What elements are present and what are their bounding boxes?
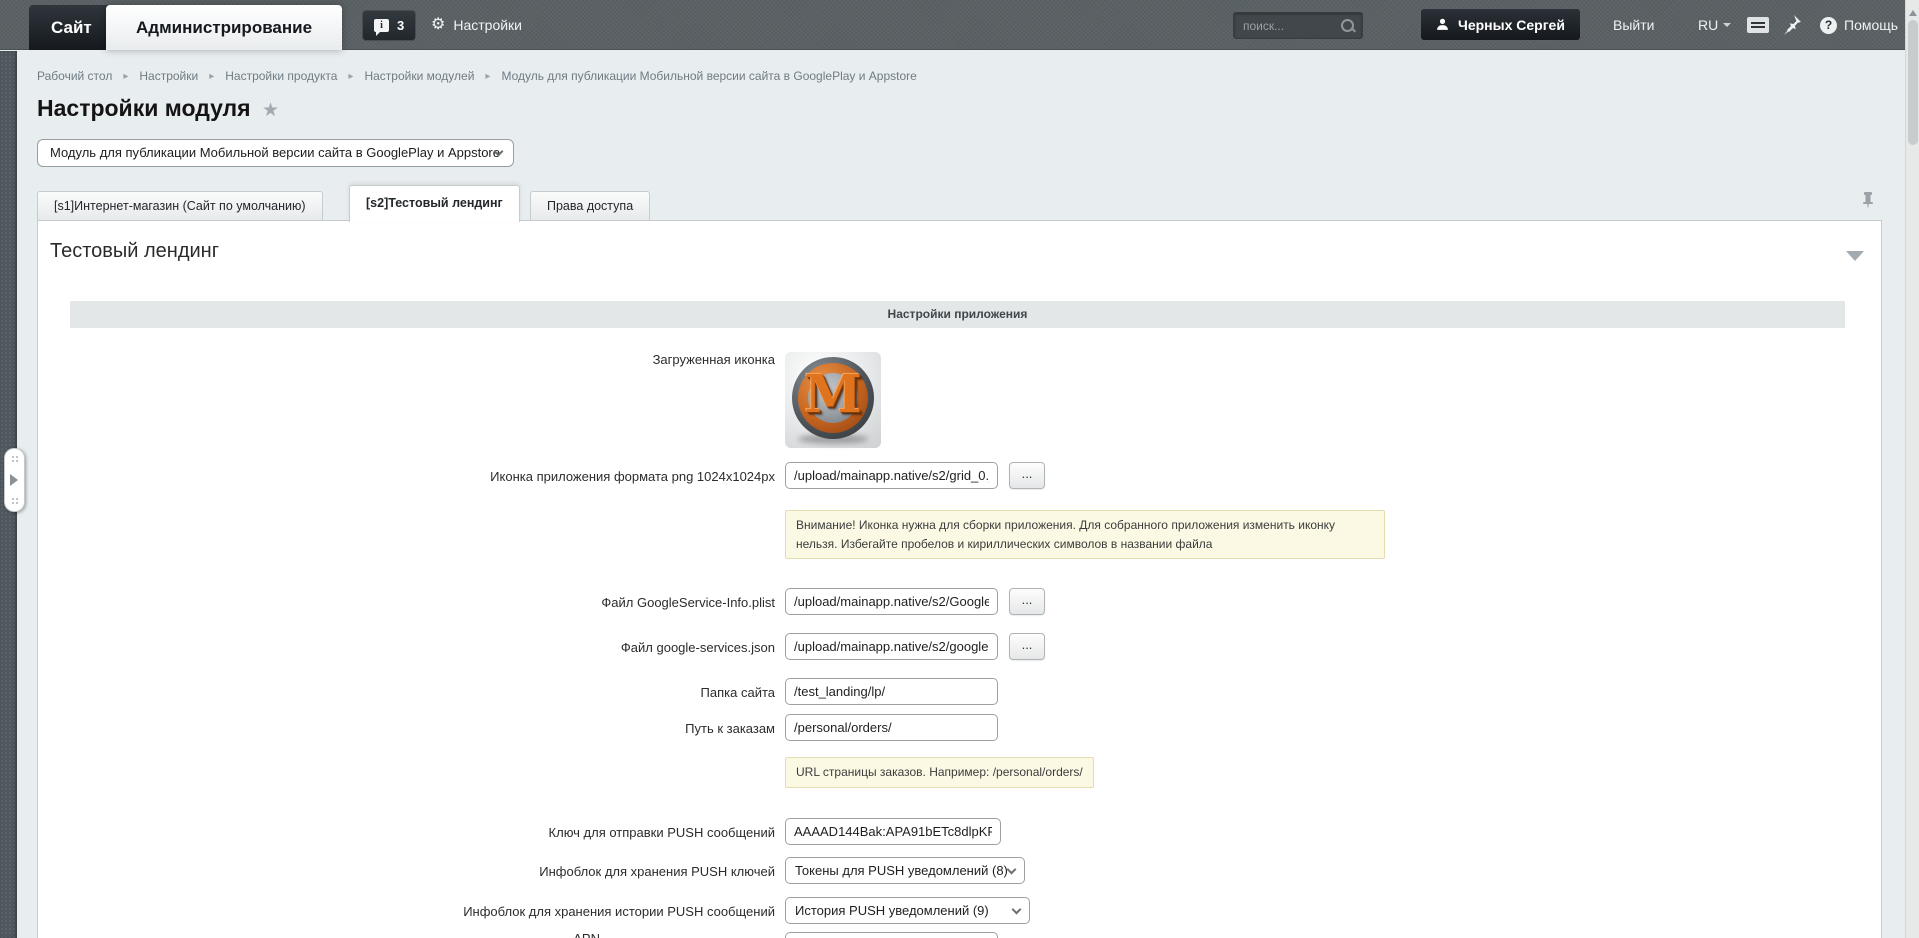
breadcrumb-item-current-module[interactable]: Модуль для публикации Мобильной версии с… xyxy=(501,69,916,83)
orders-path-label: Путь к заказам xyxy=(175,721,775,736)
app-icon-path-label: Иконка приложения формата png 1024x1024p… xyxy=(175,469,775,484)
expand-arrow-icon xyxy=(10,474,24,486)
app-icon-preview: M xyxy=(785,352,881,448)
breadcrumb-separator-icon xyxy=(485,71,490,82)
admin-tab[interactable]: Администрирование xyxy=(106,5,342,50)
expand-menu-handle[interactable] xyxy=(4,448,25,512)
site-tab[interactable]: Сайт xyxy=(29,5,114,50)
settings-label: Настройки xyxy=(453,17,522,33)
notifications-button[interactable]: i 3 xyxy=(362,10,416,41)
chevron-down-icon xyxy=(1012,905,1022,915)
chevron-down-icon xyxy=(1007,865,1017,875)
logout-link[interactable]: Выйти xyxy=(1613,0,1654,50)
push-tokens-select[interactable]: Токены для PUSH уведомлений (8) xyxy=(785,857,1025,884)
next-row-partial-input[interactable] xyxy=(785,932,998,938)
collapse-chevron-icon[interactable] xyxy=(1846,251,1864,270)
push-tokens-selected-value: Токены для PUSH уведомлений (8) xyxy=(795,863,1008,878)
pin-icon[interactable] xyxy=(1782,14,1802,36)
push-history-select[interactable]: История PUSH уведомлений (9) xyxy=(785,897,1030,924)
help-link[interactable]: Помощь xyxy=(1844,0,1898,50)
breadcrumb-separator-icon xyxy=(348,71,353,82)
push-history-selected-value: История PUSH уведомлений (9) xyxy=(795,903,989,918)
site-folder-label: Папка сайта xyxy=(175,685,775,700)
panel-heading: Тестовый лендинг xyxy=(50,240,219,263)
icon-badge: M xyxy=(792,357,874,439)
grip-dots-icon xyxy=(11,497,19,505)
module-select-value: Модуль для публикации Мобильной версии с… xyxy=(50,145,500,160)
pin-form-icon[interactable] xyxy=(1861,191,1875,209)
scrollbar-thumb[interactable] xyxy=(1908,20,1918,145)
notifications-count: 3 xyxy=(397,18,404,33)
keyboard-icon[interactable] xyxy=(1747,17,1769,33)
help-icon[interactable]: ? xyxy=(1820,17,1837,34)
tab-site-s1[interactable]: [s1]Интернет-магазин (Сайт по умолчанию) xyxy=(37,191,323,220)
uploaded-icon-label: Загруженная иконка xyxy=(175,352,775,367)
module-select[interactable]: Модуль для публикации Мобильной версии с… xyxy=(37,139,514,167)
search-input[interactable] xyxy=(1234,19,1340,33)
favorite-star-icon[interactable] xyxy=(262,99,279,122)
site-folder-input[interactable] xyxy=(785,678,998,705)
settings-button[interactable]: Настройки xyxy=(431,0,522,50)
page-title: Настройки модуля xyxy=(37,95,251,122)
orders-path-input[interactable] xyxy=(785,714,998,741)
push-key-input[interactable] xyxy=(785,818,1001,845)
push-history-label: Инфоблок для хранения истории PUSH сообщ… xyxy=(175,904,775,919)
breadcrumb-item-module-settings[interactable]: Настройки модулей xyxy=(364,69,474,83)
topbar: Сайт Администрирование i 3 Настройки Чер… xyxy=(0,0,1919,50)
language-switcher[interactable]: RU xyxy=(1698,0,1731,50)
push-tokens-label: Инфоблок для хранения PUSH ключей xyxy=(175,864,775,879)
app-icon-path-input[interactable] xyxy=(785,462,998,489)
chevron-down-icon xyxy=(1723,23,1731,31)
info-bubble-icon: i xyxy=(374,19,389,32)
user-menu-button[interactable]: Черных Сергей xyxy=(1420,8,1581,41)
search-box xyxy=(1233,12,1363,39)
browse-plist-button[interactable]: ... xyxy=(1009,588,1045,615)
user-icon xyxy=(1436,18,1449,31)
breadcrumb-item-product-settings[interactable]: Настройки продукта xyxy=(225,69,337,83)
icon-warning-note: Внимание! Иконка нужна для сборки прилож… xyxy=(785,510,1385,559)
gear-icon xyxy=(431,17,445,33)
browse-json-button[interactable]: ... xyxy=(1009,633,1045,660)
gservices-json-input[interactable] xyxy=(785,633,998,660)
section-header: Настройки приложения xyxy=(70,301,1845,328)
browse-app-icon-button[interactable]: ... xyxy=(1009,462,1045,489)
vertical-scrollbar[interactable] xyxy=(1905,0,1919,938)
tab-site-s2-active[interactable]: [s2]Тестовый лендинг xyxy=(349,185,520,222)
search-icon[interactable] xyxy=(1340,18,1356,34)
user-name: Черных Сергей xyxy=(1458,17,1565,33)
breadcrumb-item-settings[interactable]: Настройки xyxy=(139,69,198,83)
language-code: RU xyxy=(1698,17,1718,33)
push-key-label: Ключ для отправки PUSH сообщений xyxy=(175,825,775,840)
icon-letter: M xyxy=(792,364,874,425)
gservices-json-label: Файл google-services.json xyxy=(175,640,775,655)
scroll-up-arrow-icon[interactable] xyxy=(1909,6,1917,16)
breadcrumb-item-desktop[interactable]: Рабочий стол xyxy=(37,69,112,83)
plist-input[interactable] xyxy=(785,588,998,615)
plist-label: Файл GoogleService-Info.plist xyxy=(175,595,775,610)
breadcrumb-separator-icon xyxy=(209,71,214,82)
next-row-partial-label: APN xyxy=(500,931,600,938)
breadcrumb: Рабочий стол Настройки Настройки продукт… xyxy=(37,69,917,83)
orders-path-note: URL страницы заказов. Например: /persona… xyxy=(785,757,1094,788)
breadcrumb-separator-icon xyxy=(123,71,128,82)
tab-access-rights[interactable]: Права доступа xyxy=(530,191,650,220)
grip-dots-icon xyxy=(11,455,19,463)
